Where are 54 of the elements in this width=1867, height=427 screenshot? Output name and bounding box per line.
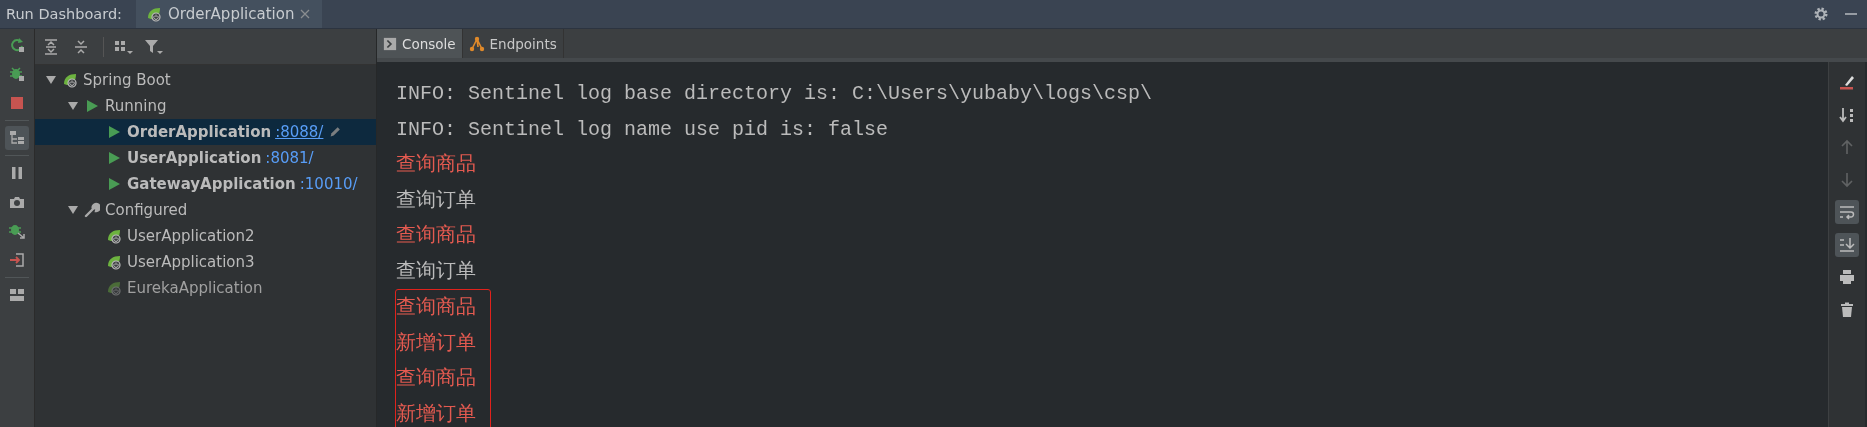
tree-row[interactable]: UserApplication3 [35, 249, 376, 275]
tree-row[interactable]: Running [35, 93, 376, 119]
settings-icon[interactable] [1813, 6, 1829, 22]
tree-label: Spring Boot [83, 71, 171, 89]
tree-label: EurekaApplication [127, 279, 263, 297]
panel-title: Run Dashboard: [5, 6, 123, 22]
tree-view-icon[interactable] [5, 126, 29, 150]
tree-label: Configured [105, 201, 188, 219]
terminal-icon [383, 36, 397, 51]
tree-row[interactable]: OrderApplication :8088/ [35, 119, 376, 145]
spring-leaf-icon [106, 228, 122, 244]
tree-label: Running [105, 97, 167, 115]
spring-leaf-icon [106, 280, 122, 296]
tree-row[interactable]: EurekaApplication [35, 275, 376, 301]
tree-row[interactable]: GatewayApplication :10010/ [35, 171, 376, 197]
port-link[interactable]: :8088/ [275, 123, 324, 141]
tree-label: UserApplication3 [127, 253, 255, 271]
soft-wrap-icon[interactable] [1835, 200, 1859, 224]
console-tab[interactable]: Console [377, 29, 463, 58]
console-line: INFO: Sentinel log base directory is: C:\Users\yubaby\logs\csp\ [396, 81, 1154, 107]
tree-label: UserApplication2 [127, 227, 255, 245]
console-line: 新增订单 [396, 330, 476, 357]
tree-label: OrderApplication [127, 123, 272, 141]
expand-arrow-icon[interactable] [67, 204, 79, 216]
filter-icon[interactable] [144, 38, 164, 55]
port-link[interactable]: :8081/ [265, 149, 314, 167]
console-line: INFO: Sentinel log name use pid is: false [396, 116, 890, 143]
wrench-icon [84, 202, 100, 218]
tree-row[interactable]: Spring Boot [35, 67, 376, 93]
console-line: 查询订单 [396, 187, 477, 214]
console-line: 查询商品 [396, 223, 477, 249]
close-icon[interactable] [300, 9, 311, 19]
spring-leaf-icon [106, 254, 122, 270]
spring-leaf-icon [62, 72, 78, 88]
spring-leaf-icon [145, 6, 162, 22]
tree-row[interactable]: UserApplication2 [35, 223, 376, 249]
tree-row[interactable]: UserApplication :8081/ [35, 145, 376, 171]
nodes-icon [468, 35, 485, 52]
expand-arrow-icon[interactable] [67, 100, 79, 112]
tree-label: UserApplication [127, 149, 262, 167]
expand-arrow-icon[interactable] [45, 74, 57, 86]
group-icon[interactable] [114, 38, 134, 55]
run-tab[interactable]: OrderApplication [135, 0, 323, 28]
tree-label: GatewayApplication [127, 175, 296, 193]
console-tab[interactable]: Endpoints [462, 29, 564, 58]
console-line: 查询商品 [396, 295, 476, 321]
console-line: 查询商品 [396, 366, 476, 392]
console-line: 查询商品 [396, 152, 477, 178]
console-line: 新增订单 [396, 401, 476, 427]
scroll-to-end-icon[interactable] [1835, 232, 1859, 257]
play-icon [84, 98, 100, 114]
console-line: 查询订单 [396, 258, 477, 285]
tree-row[interactable]: Configured [35, 197, 376, 223]
port-link[interactable]: :10010/ [299, 175, 358, 193]
